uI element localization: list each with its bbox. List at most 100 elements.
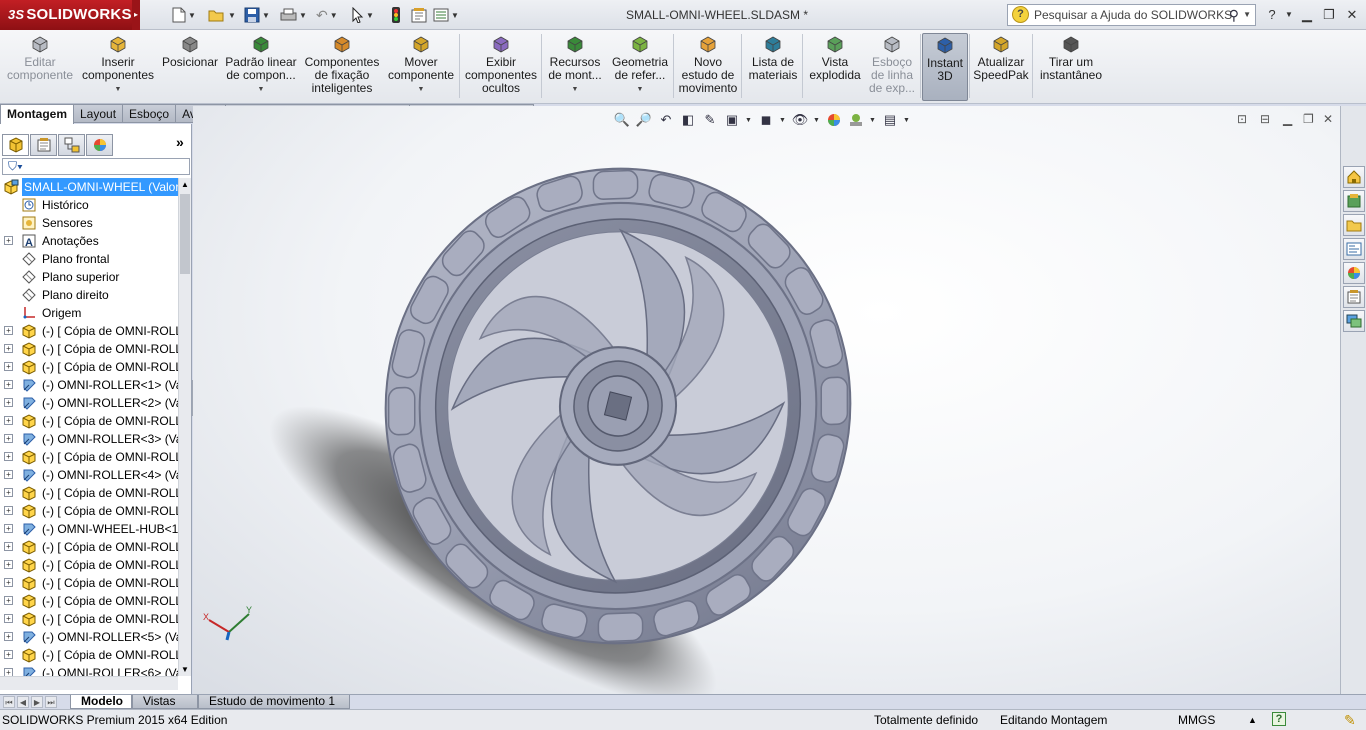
section-view-icon[interactable]: ◧ xyxy=(679,111,697,129)
search-icon[interactable]: ⚲ xyxy=(1229,5,1239,25)
file-explorer-icon[interactable] xyxy=(1343,214,1365,236)
graphics-area[interactable]: 🔍 🔎 ↶ ◧ ✎ ▣ ▼ ◼ ▼ 👁 ▼ ▼ ▤ ▼ ⊡ ⊟ ▁ ❐ ✕ Y X xyxy=(193,106,1340,694)
tree-expand-plus-icon[interactable]: + xyxy=(4,416,13,425)
display-manager-tab-icon[interactable] xyxy=(86,134,113,156)
help-dropdown-icon[interactable]: ▼ xyxy=(1280,6,1298,24)
tree-item[interactable]: + A Anotações xyxy=(0,232,178,250)
ribbon-dropdown-caret-icon[interactable]: ▼ xyxy=(544,83,606,96)
instant-3d-button[interactable]: Instant 3D xyxy=(922,33,968,101)
previous-view-icon[interactable]: ↶ xyxy=(657,111,675,129)
omni-roller[interactable] xyxy=(820,376,849,426)
status-units[interactable]: MMGS xyxy=(1178,710,1215,730)
tree-expand-plus-icon[interactable]: + xyxy=(4,470,13,479)
geometria-de-referencia-button[interactable]: Geometria de refer... ▼ xyxy=(608,33,672,101)
tree-item[interactable]: + (-) [ Cópia de OMNI-ROLL xyxy=(0,484,178,502)
rebuild-status-icon[interactable]: ✎ xyxy=(1344,711,1356,729)
viewport-tile-icon[interactable]: ⊡ xyxy=(1237,112,1247,126)
tree-item[interactable]: Plano frontal xyxy=(0,250,178,268)
open-folder-icon[interactable]: ▼ xyxy=(208,5,236,25)
panel-expand-chevron-icon[interactable]: » xyxy=(176,134,184,150)
search-dropdown-icon[interactable]: ▼ xyxy=(1243,5,1251,25)
tree-item[interactable]: + (-) [ Cópia de OMNI-ROLL xyxy=(0,592,178,610)
configuration-manager-tab-icon[interactable] xyxy=(58,134,85,156)
tree-item[interactable]: + (-) OMNI-ROLLER<1> (Va xyxy=(0,376,178,394)
tree-expand-plus-icon[interactable]: + xyxy=(4,650,13,659)
tree-horizontal-scrollbar[interactable] xyxy=(0,676,178,690)
ribbon-dropdown-caret-icon[interactable]: ▼ xyxy=(80,83,156,96)
exibir-componentes-ocultos-button[interactable]: Exibir componentes ocultos xyxy=(462,33,540,101)
posicionar-button[interactable]: Posicionar xyxy=(160,33,220,101)
tree-filter-input[interactable]: ⛉▾ xyxy=(2,158,190,175)
display-style-icon[interactable]: ◼ xyxy=(757,111,775,129)
tree-expand-plus-icon[interactable]: + xyxy=(4,668,13,676)
tree-expand-plus-icon[interactable]: + xyxy=(4,398,13,407)
apply-scene-icon[interactable] xyxy=(847,111,865,129)
tab-layout[interactable]: Layout xyxy=(74,104,124,123)
tree-item[interactable]: + (-) [ Cópia de OMNI-ROLL xyxy=(0,610,178,628)
tree-expand-plus-icon[interactable]: + xyxy=(4,344,13,353)
tree-item[interactable]: Plano direito xyxy=(0,286,178,304)
view-settings-icon[interactable]: ▤ xyxy=(881,111,899,129)
ribbon-dropdown-caret-icon[interactable]: ▼ xyxy=(608,83,672,96)
bottom-tab-modelo[interactable]: Modelo xyxy=(70,695,132,709)
ribbon-dropdown-caret-icon[interactable]: ▼ xyxy=(222,83,300,96)
tree-item[interactable]: + (-) [ Cópia de OMNI-ROLL xyxy=(0,538,178,556)
tree-item[interactable]: + (-) OMNI-ROLLER<3> (Va xyxy=(0,430,178,448)
recursos-de-montagem-button[interactable]: Recursos de mont... ▼ xyxy=(544,33,606,101)
apply-scene-dropdown-icon[interactable]: ▼ xyxy=(869,117,877,124)
bottom-tab-estudo-de-movimento-1[interactable]: Estudo de movimento 1 xyxy=(198,695,350,709)
rebuild-traffic-light-icon[interactable] xyxy=(391,5,401,25)
view-palette-icon[interactable] xyxy=(1343,238,1365,260)
tab-montagem[interactable]: Montagem xyxy=(0,104,74,125)
editar-componente-button[interactable]: Editar componente xyxy=(2,33,78,101)
help-icon[interactable]: ? xyxy=(1263,6,1281,24)
omni-roller[interactable] xyxy=(597,612,644,643)
new-document-icon[interactable]: ▼ xyxy=(172,5,196,25)
tree-item[interactable]: + (-) OMNI-ROLLER<5> (Va xyxy=(0,628,178,646)
save-icon[interactable]: ▼ xyxy=(244,5,270,25)
tree-expand-plus-icon[interactable]: + xyxy=(4,524,13,533)
tirar-um-instantaneo-button[interactable]: Tirar um instantâneo xyxy=(1034,33,1108,101)
close-icon[interactable]: ✕ xyxy=(1343,6,1361,24)
tree-expand-plus-icon[interactable]: + xyxy=(4,506,13,515)
tree-expand-plus-icon[interactable]: + xyxy=(4,614,13,623)
tree-expand-plus-icon[interactable]: + xyxy=(4,560,13,569)
tree-expand-plus-icon[interactable]: + xyxy=(4,380,13,389)
tree-expand-plus-icon[interactable]: + xyxy=(4,488,13,497)
feature-manager-tab-icon[interactable] xyxy=(2,134,29,156)
menu-expand-arrow-icon[interactable]: ▸ xyxy=(132,0,140,30)
tab-esboco[interactable]: Esboço xyxy=(123,104,177,123)
tree-item[interactable]: Histórico xyxy=(0,196,178,214)
tree-item[interactable]: + (-) [ Cópia de OMNI-ROLL xyxy=(0,448,178,466)
file-properties-icon[interactable] xyxy=(411,5,427,25)
solidworks-resources-home-icon[interactable] xyxy=(1343,166,1365,188)
last-tab-arrow-icon[interactable]: ⏭ xyxy=(45,696,57,708)
restore-icon[interactable]: ❐ xyxy=(1320,6,1338,24)
scroll-down-icon[interactable]: ▼ xyxy=(180,665,190,674)
select-cursor-icon[interactable]: ▼ xyxy=(352,5,374,25)
tree-expand-plus-icon[interactable]: + xyxy=(4,326,13,335)
novo-estudo-de-movimento-button[interactable]: Novo estudo de movimento xyxy=(676,33,740,101)
print-icon[interactable]: ▼ xyxy=(280,5,307,25)
esboco-de-linha-de-explosao-button[interactable]: Esboço de linha de exp... xyxy=(866,33,918,101)
tree-item[interactable]: + (-) [ Cópia de OMNI-ROLL xyxy=(0,358,178,376)
custom-properties-icon[interactable] xyxy=(1343,286,1365,308)
dynamic-annotation-icon[interactable]: ✎ xyxy=(701,111,719,129)
appearances-scenes-icon[interactable] xyxy=(1343,262,1365,284)
help-search-input[interactable]: ? Pesquisar a Ajuda do SOLIDWORKS ⚲ ▼ xyxy=(1007,4,1256,26)
tree-item[interactable]: + (-) [ Cópia de OMNI-ROLL xyxy=(0,340,178,358)
mover-componente-button[interactable]: Mover componente ▼ xyxy=(384,33,458,101)
tree-expand-plus-icon[interactable]: + xyxy=(4,596,13,605)
view-orientation-dropdown-icon[interactable]: ▼ xyxy=(745,117,753,124)
options-icon[interactable]: ▼ xyxy=(433,5,459,25)
atualizar-speedpak-button[interactable]: Atualizar SpeedPak xyxy=(972,33,1030,101)
tree-item[interactable]: Plano superior xyxy=(0,268,178,286)
tree-item[interactable]: Sensores xyxy=(0,214,178,232)
previous-tab-arrow-icon[interactable]: ◀ xyxy=(17,696,29,708)
property-manager-tab-icon[interactable] xyxy=(30,134,57,156)
tree-item[interactable]: + (-) [ Cópia de OMNI-ROLL xyxy=(0,574,178,592)
inserir-componentes-button[interactable]: Inserir componentes ▼ xyxy=(80,33,156,101)
next-tab-arrow-icon[interactable]: ▶ xyxy=(31,696,43,708)
minimize-icon[interactable]: ▁ xyxy=(1298,6,1316,24)
omni-roller[interactable] xyxy=(592,169,639,200)
